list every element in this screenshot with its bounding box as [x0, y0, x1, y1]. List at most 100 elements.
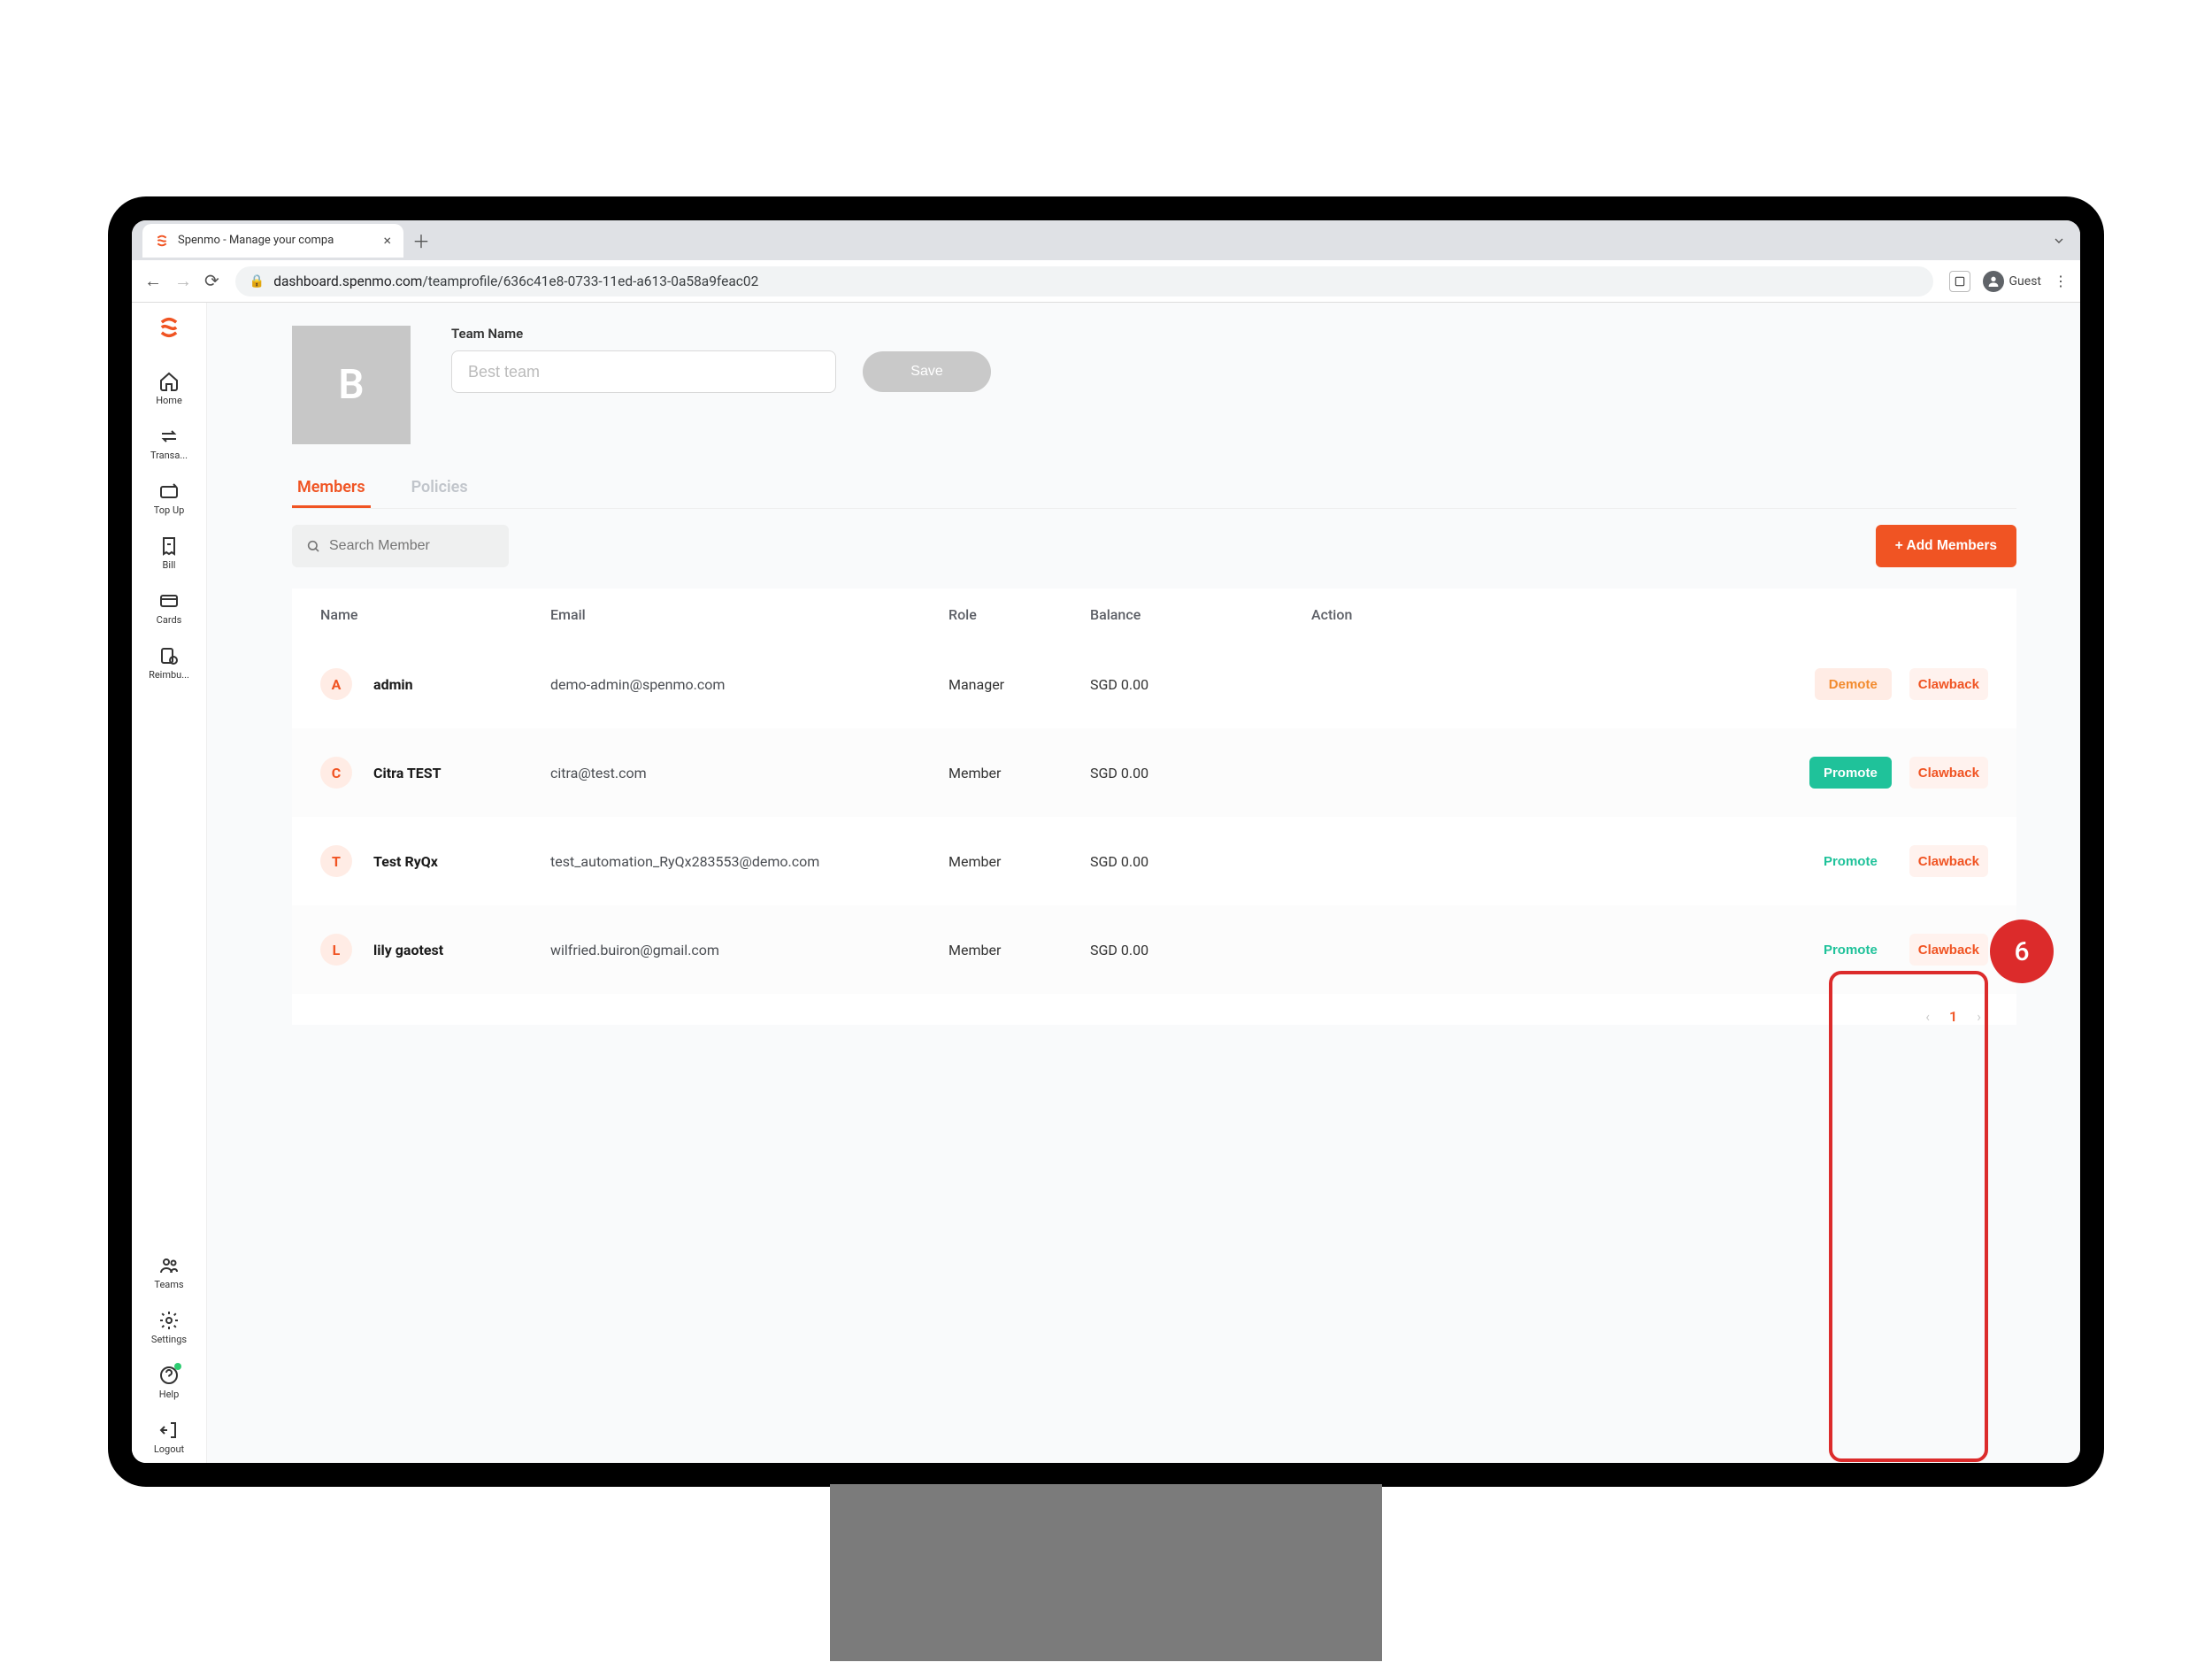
- member-balance: SGD 0.00: [1090, 853, 1311, 870]
- sidebar-item-logout[interactable]: Logout: [132, 1412, 206, 1463]
- tab-policies[interactable]: Policies: [406, 469, 473, 508]
- sidebar-item-label: Bill: [163, 559, 176, 571]
- row-clawback-action[interactable]: Clawback: [1909, 668, 1988, 700]
- sidebar-item-label: Reimbu...: [149, 669, 189, 681]
- member-email: test_automation_RyQx283553@demo.com: [550, 853, 949, 870]
- member-avatar-letter: C: [320, 757, 352, 789]
- sidebar-item-settings[interactable]: Settings: [132, 1302, 206, 1353]
- member-role: Member: [949, 765, 1090, 781]
- tab-title: Spenmo - Manage your compa: [178, 234, 374, 247]
- search-icon: [306, 539, 320, 553]
- member-email: wilfried.buiron@gmail.com: [550, 942, 949, 958]
- member-name: Citra TEST: [373, 765, 442, 781]
- browser-tab[interactable]: Spenmo - Manage your compa ×: [142, 224, 403, 258]
- page-prev-icon[interactable]: ‹: [1925, 1008, 1930, 1025]
- lock-icon: 🔒: [250, 274, 265, 289]
- sidebar-item-teams[interactable]: Teams: [132, 1247, 206, 1298]
- row-primary-action[interactable]: Promote: [1809, 934, 1892, 966]
- sidebar-item-label: Help: [159, 1389, 180, 1400]
- table-header: Name Email Role Balance Action: [292, 589, 2016, 640]
- member-balance: SGD 0.00: [1090, 765, 1311, 781]
- nav-reload-icon[interactable]: ⟳: [204, 270, 219, 292]
- extension-icon[interactable]: [1949, 271, 1970, 292]
- sidebar-item-label: Cards: [157, 614, 182, 626]
- reimburse-icon: [158, 645, 180, 666]
- team-name-input[interactable]: [451, 350, 836, 393]
- sidebar: Home Transa... Top Up Bill: [132, 303, 207, 1463]
- browser-tab-strip: Spenmo - Manage your compa × ＋: [132, 220, 2080, 260]
- sidebar-item-topup[interactable]: Top Up: [132, 473, 206, 524]
- nav-forward-icon[interactable]: →: [174, 270, 192, 292]
- member-avatar-letter: L: [320, 934, 352, 966]
- page-next-icon[interactable]: ›: [1977, 1008, 1981, 1025]
- sidebar-item-home[interactable]: Home: [132, 363, 206, 414]
- row-clawback-action[interactable]: Clawback: [1909, 934, 1988, 966]
- guest-avatar-icon: [1983, 271, 2004, 292]
- member-balance: SGD 0.00: [1090, 676, 1311, 693]
- row-clawback-action[interactable]: Clawback: [1909, 845, 1988, 877]
- col-email: Email: [550, 606, 949, 623]
- teams-icon: [158, 1255, 180, 1276]
- profile-button[interactable]: Guest: [1983, 271, 2041, 292]
- main-content: B Team Name Save Members Policies: [207, 303, 2080, 1463]
- tabs-expand-icon[interactable]: [2052, 234, 2080, 248]
- sidebar-item-bill[interactable]: Bill: [132, 527, 206, 579]
- member-name: lily gaotest: [373, 942, 443, 958]
- member-avatar-letter: A: [320, 668, 352, 700]
- tab-members[interactable]: Members: [292, 469, 371, 508]
- row-primary-action[interactable]: Promote: [1809, 845, 1892, 877]
- member-role: Manager: [949, 676, 1090, 693]
- annotation-step-badge: 6: [1990, 920, 2054, 983]
- page-current: 1: [1949, 1008, 1957, 1025]
- member-role: Member: [949, 942, 1090, 958]
- pagination: ‹ 1 ›: [292, 994, 2016, 1025]
- url-text: dashboard.spenmo.com/teamprofile/636c41e…: [273, 273, 758, 289]
- col-action: Action: [1311, 606, 1988, 623]
- tab-close-icon[interactable]: ×: [383, 232, 391, 249]
- sidebar-item-label: Teams: [154, 1279, 183, 1290]
- add-members-button[interactable]: + Add Members: [1876, 525, 2016, 567]
- nav-back-icon[interactable]: ←: [144, 270, 162, 292]
- card-icon: [158, 590, 180, 612]
- table-row: C Citra TEST citra@test.com Member SGD 0…: [292, 728, 2016, 817]
- member-name: admin: [373, 676, 413, 693]
- member-email: demo-admin@spenmo.com: [550, 676, 949, 693]
- sidebar-item-label: Top Up: [154, 504, 185, 516]
- save-button[interactable]: Save: [863, 351, 991, 392]
- app-logo-icon[interactable]: [157, 315, 181, 340]
- member-avatar-letter: T: [320, 845, 352, 877]
- member-name: Test RyQx: [373, 853, 438, 870]
- sidebar-item-label: Home: [156, 395, 182, 406]
- sidebar-item-cards[interactable]: Cards: [132, 582, 206, 634]
- table-row: L lily gaotest wilfried.buiron@gmail.com…: [292, 905, 2016, 994]
- new-tab-button[interactable]: ＋: [412, 227, 430, 253]
- profile-tabs: Members Policies: [292, 469, 2016, 509]
- sidebar-item-transactions[interactable]: Transa...: [132, 418, 206, 469]
- col-name: Name: [320, 606, 550, 623]
- row-clawback-action[interactable]: Clawback: [1909, 757, 1988, 789]
- help-icon: [158, 1365, 180, 1386]
- sidebar-item-label: Logout: [154, 1443, 184, 1455]
- member-role: Member: [949, 853, 1090, 870]
- row-primary-action[interactable]: Demote: [1815, 668, 1892, 700]
- team-avatar: B: [292, 326, 411, 444]
- topup-icon: [158, 481, 180, 502]
- home-icon: [158, 371, 180, 392]
- settings-icon: [158, 1310, 180, 1331]
- sidebar-item-label: Settings: [151, 1334, 187, 1345]
- spenmo-favicon-icon: [155, 234, 169, 248]
- browser-toolbar: ← → ⟳ 🔒 dashboard.spenmo.com/teamprofile…: [132, 260, 2080, 303]
- sidebar-item-reimburse[interactable]: Reimbu...: [132, 637, 206, 689]
- address-bar[interactable]: 🔒 dashboard.spenmo.com/teamprofile/636c4…: [235, 266, 1933, 296]
- sidebar-item-label: Transa...: [150, 450, 188, 461]
- search-member-field[interactable]: [292, 525, 509, 567]
- browser-menu-icon[interactable]: ⋮: [2054, 273, 2068, 289]
- search-member-input[interactable]: [329, 538, 495, 554]
- col-role: Role: [949, 606, 1090, 623]
- sidebar-item-help[interactable]: Help: [132, 1357, 206, 1408]
- row-primary-action[interactable]: Promote: [1809, 757, 1892, 789]
- member-email: citra@test.com: [550, 765, 949, 781]
- bill-icon: [158, 535, 180, 557]
- team-name-label: Team Name: [451, 326, 991, 342]
- logout-icon: [158, 1420, 180, 1441]
